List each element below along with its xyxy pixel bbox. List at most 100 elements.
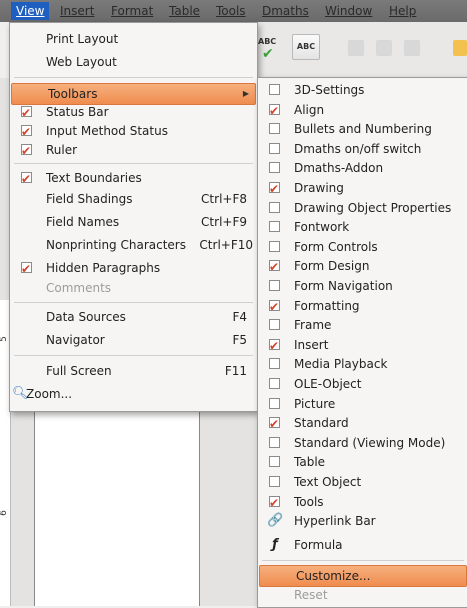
toolbar-item-frame[interactable]: Frame bbox=[258, 315, 467, 335]
menu-item-label: Text Boundaries bbox=[46, 171, 142, 185]
checkbox-icon bbox=[21, 141, 32, 161]
shortcut-label: F4 bbox=[232, 310, 247, 324]
menu-item-field-names[interactable]: Field Names Ctrl+F9 bbox=[10, 212, 257, 232]
toolbar-item-bullets-and-numbering[interactable]: Bullets and Numbering bbox=[258, 119, 467, 139]
menu-item-label: Standard bbox=[294, 416, 349, 431]
toolbar-item-formula[interactable]: ƒ Formula bbox=[258, 535, 467, 555]
menu-window[interactable]: Window bbox=[320, 2, 377, 20]
menubar: View Insert Format Table Tools Dmaths Wi… bbox=[0, 0, 467, 22]
checkbox-icon bbox=[269, 397, 280, 409]
menu-item-label: Reset bbox=[294, 587, 328, 602]
menu-item-label: Dmaths on/off switch bbox=[294, 141, 422, 156]
menu-item-label: Dmaths-Addon bbox=[294, 161, 384, 176]
menu-item-input-method-status[interactable]: Input Method Status bbox=[10, 121, 257, 142]
menu-item-comments: Comments bbox=[10, 278, 257, 298]
menu-item-text-boundaries[interactable]: Text Boundaries bbox=[10, 168, 257, 189]
toolbar-item-media-playback[interactable]: Media Playback bbox=[258, 354, 467, 374]
menu-item-full-screen[interactable]: Full Screen F11 bbox=[10, 361, 257, 381]
menu-item-data-sources[interactable]: Data Sources F4 bbox=[10, 307, 257, 327]
menu-separator bbox=[14, 355, 253, 356]
menu-item-label: Input Method Status bbox=[46, 124, 168, 138]
toolbar-item-table[interactable]: Table bbox=[258, 452, 467, 472]
menu-format[interactable]: Format bbox=[106, 2, 158, 20]
menu-tools[interactable]: Tools bbox=[211, 2, 251, 20]
menu-item-label: Form Navigation bbox=[294, 279, 393, 293]
checkbox-icon bbox=[269, 179, 280, 199]
menu-item-label: Zoom... bbox=[26, 387, 73, 401]
menu-item-label: Hyperlink Bar bbox=[294, 514, 376, 529]
toolbar-item-fontwork[interactable]: Fontwork bbox=[258, 217, 467, 237]
checkbox-icon bbox=[269, 493, 280, 513]
toolbar-item-drawing[interactable]: Drawing bbox=[258, 178, 467, 199]
menu-item-label: Data Sources bbox=[46, 310, 126, 324]
toolbar-item-standard[interactable]: Standard bbox=[258, 413, 467, 434]
format-paintbrush-icon[interactable] bbox=[453, 40, 467, 56]
toolbar-item-standard-viewing-mode[interactable]: Standard (Viewing Mode) bbox=[258, 433, 467, 453]
copy-icon[interactable] bbox=[376, 40, 392, 56]
menu-item-label: OLE-Object bbox=[294, 377, 362, 391]
menu-item-label: Customize... bbox=[296, 569, 371, 584]
paste-icon[interactable] bbox=[404, 40, 420, 56]
view-menu: Print Layout Web Layout Toolbars ▶ Statu… bbox=[9, 22, 258, 412]
checkbox-icon bbox=[21, 169, 32, 189]
menu-item-label: Text Object bbox=[294, 475, 362, 489]
menu-item-ruler[interactable]: Ruler bbox=[10, 140, 257, 161]
toolbar-item-formatting[interactable]: Formatting bbox=[258, 296, 467, 317]
toolbar-item-align[interactable]: Align bbox=[258, 100, 467, 121]
toolbar-item-3d-settings[interactable]: 3D-Settings bbox=[258, 80, 467, 100]
menu-item-label: Picture bbox=[294, 396, 336, 411]
menu-item-label: Standard (Viewing Mode) bbox=[294, 435, 446, 450]
toolbar-item-dmaths-on-off-switch[interactable]: Dmaths on/off switch bbox=[258, 139, 467, 159]
menu-item-navigator[interactable]: Navigator F5 bbox=[10, 330, 257, 350]
toolbar-item-ole-object[interactable]: OLE-Object bbox=[258, 374, 467, 394]
menu-item-label: Formula bbox=[294, 538, 343, 553]
checkbox-icon bbox=[269, 456, 280, 468]
menu-insert[interactable]: Insert bbox=[55, 2, 99, 20]
shortcut-label: Ctrl+F9 bbox=[201, 215, 247, 229]
checkbox-icon bbox=[269, 297, 280, 317]
toolbar-item-tools[interactable]: Tools bbox=[258, 492, 467, 513]
menu-item-field-shadings[interactable]: Field Shadings Ctrl+F8 bbox=[10, 189, 257, 209]
menu-item-label: Frame bbox=[294, 318, 332, 333]
menu-help[interactable]: Help bbox=[384, 2, 421, 20]
checkbox-icon bbox=[269, 476, 280, 487]
menu-item-print-layout[interactable]: Print Layout bbox=[10, 29, 257, 49]
toolbar-item-drawing-object-properties[interactable]: Drawing Object Properties bbox=[258, 198, 467, 218]
menu-item-label: Status Bar bbox=[46, 105, 109, 119]
toolbar-item-picture[interactable]: Picture bbox=[258, 394, 467, 414]
checkbox-icon bbox=[269, 319, 280, 331]
toolbar-item-insert[interactable]: Insert bbox=[258, 335, 467, 356]
menu-item-label: Form Design bbox=[294, 259, 370, 274]
toolbar-item-form-controls[interactable]: Form Controls bbox=[258, 237, 467, 257]
menu-item-label: Form Controls bbox=[294, 239, 378, 254]
autospellcheck-button[interactable]: ABC bbox=[292, 34, 320, 60]
ruler-number: 5 bbox=[0, 336, 9, 342]
toolbar-item-reset: Reset bbox=[258, 585, 467, 605]
menu-item-label: Formatting bbox=[294, 298, 360, 313]
toolbar-item-dmaths-addon[interactable]: Dmaths-Addon bbox=[258, 158, 467, 178]
cut-icon[interactable] bbox=[348, 40, 364, 56]
ruler-number: 6 bbox=[0, 510, 9, 516]
menu-item-label: Align bbox=[294, 102, 325, 117]
toolbar-item-text-object[interactable]: Text Object bbox=[258, 472, 467, 492]
menu-table[interactable]: Table bbox=[164, 2, 205, 20]
menu-view[interactable]: View bbox=[11, 2, 50, 20]
menu-item-web-layout[interactable]: Web Layout bbox=[10, 52, 257, 72]
menu-item-label: Media Playback bbox=[294, 357, 388, 372]
menu-item-label: Navigator bbox=[46, 333, 105, 347]
toolbar-item-form-navigation[interactable]: Form Navigation bbox=[258, 276, 467, 296]
menu-item-nonprinting-characters[interactable]: Nonprinting Characters Ctrl+F10 bbox=[10, 235, 257, 255]
checkbox-icon bbox=[269, 142, 280, 154]
toolbar-item-hyperlink-bar[interactable]: 🔗 Hyperlink Bar bbox=[258, 511, 467, 531]
menu-item-label: Bullets and Numbering bbox=[294, 122, 432, 137]
hyperlink-icon: 🔗 bbox=[267, 513, 284, 529]
menu-separator bbox=[262, 560, 464, 562]
menu-dmaths[interactable]: Dmaths bbox=[257, 2, 314, 20]
toolbar-item-form-design[interactable]: Form Design bbox=[258, 256, 467, 277]
menu-item-zoom[interactable]: 🔍︎ Zoom... bbox=[10, 384, 257, 404]
menu-item-label: Ruler bbox=[46, 143, 78, 157]
menu-item-status-bar[interactable]: Status Bar bbox=[10, 102, 257, 123]
checkbox-icon bbox=[269, 123, 280, 135]
menu-separator bbox=[14, 163, 253, 164]
menu-item-hidden-paragraphs[interactable]: Hidden Paragraphs bbox=[10, 258, 257, 279]
